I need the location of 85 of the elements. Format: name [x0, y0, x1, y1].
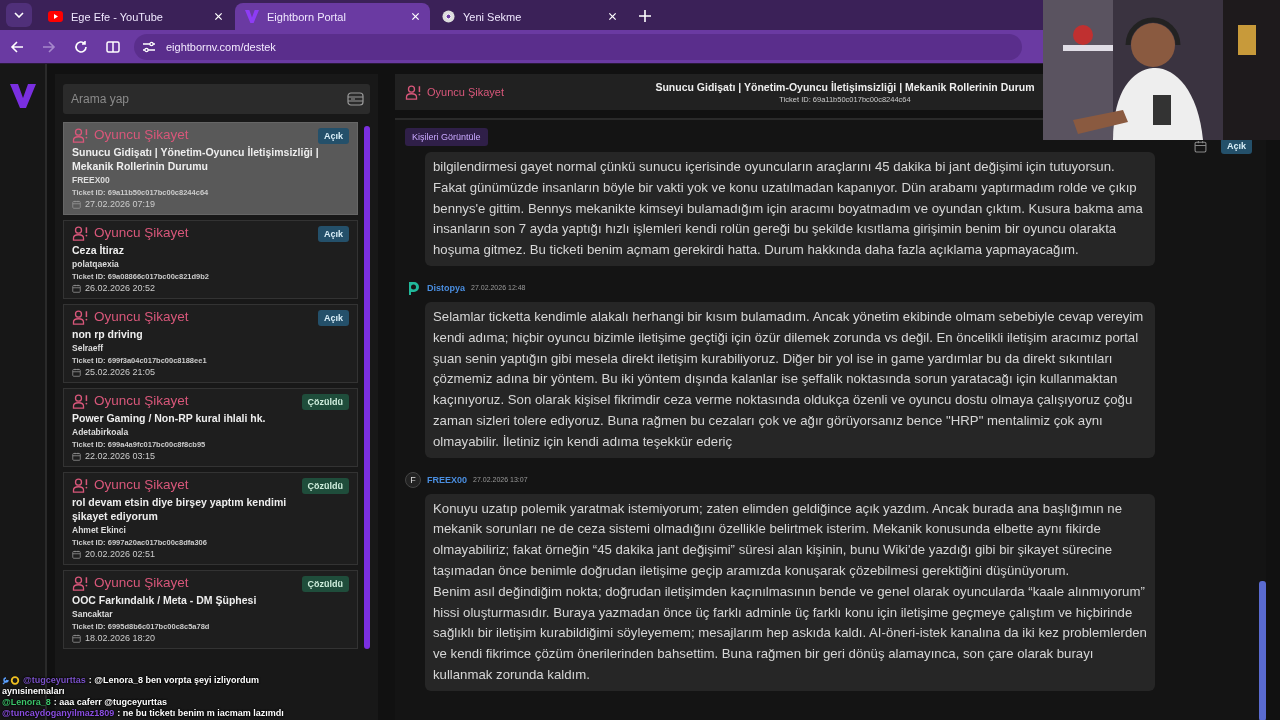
ticket-date: 27.02.2026 07:19: [85, 199, 156, 210]
calendar-icon: [72, 368, 81, 377]
video-play-icon: [48, 11, 63, 22]
message-text: Konuyu uzatıp polemik yaratmak istemiyorum; zaten elimden geldiğince açık yazdım. Ancak burada ana başlığımın ne mekanik sorunları ne de ceza sistemi olmadığını özellikle belirtmek isterim. Mekanik konusunda elbette aynı fikirde olmayabiliriz; fakat örneğin “45 dakika jant değişimi” süresi alan kişinin, bunu Wiki'de yazdığı gibi bir şikayet sürecine taşımadan önce benimle doğrudan iletişime geçip aramızda konuşarak çözebilmesi gerektiğini düşünüyorum.: [433, 499, 1124, 580]
calendar-icon: [72, 284, 81, 293]
ticket-date: 18.02.2026 18:20: [85, 633, 156, 644]
reload-icon[interactable]: [74, 39, 88, 54]
new-tab-icon[interactable]: [639, 10, 651, 22]
chat-message: : @Lenora_8 ben vorpta şeyi izliyordum: [88, 675, 260, 685]
close-icon[interactable]: [608, 12, 617, 21]
ticket-date: 25.02.2026 21:05: [85, 367, 156, 378]
status-badge: Çözüldü: [301, 576, 350, 592]
site-settings-icon[interactable]: [142, 40, 156, 53]
ticket-author: polatqaexia: [72, 259, 120, 270]
calendar-icon: [1194, 139, 1207, 153]
status-badge: Açık: [318, 128, 350, 144]
browser-tab[interactable]: Ege Efe - YouTube: [38, 3, 233, 30]
user-alert-icon: [405, 84, 423, 100]
chat-message: aynısinemaları: [2, 686, 65, 696]
message-text: bilgilendirmesi gayet normal çünkü sunucu içerisinde oyuncuların araçlarını 45 dakika bi jant değişimi için tutuyorsun. Fakat günümüzde insanların böyle bir vakti yok ve konu uzatılmadan kapanıyor. Dün arabamı yaptırmadım rolde ve çıkıp bennys'e gittim. Bennys mekanikte kimseyi bulamadığım için aracımı boyatmadım ve oyundan çıktım. Kusura bakma ama insanların son 7 ayda yaptığı hızlı işlemleri kendi rolün gereği bu şekilde kısıtlama girişimin benim bir oyuncu olarakta hoşuma gitmez. Bu ticketi benim açmam gerekirdi hatta. Durum hakkında daha fazla açıklama yapmayacağım.: [433, 158, 1144, 260]
user-alert-icon: [72, 309, 90, 325]
chat-username[interactable]: @tuncaydoganyilmaz1809: [2, 708, 115, 718]
ticket-title: non rp driving: [72, 327, 144, 341]
chat-username[interactable]: @Lenora_8: [2, 697, 51, 707]
search-box[interactable]: Arama yap: [63, 84, 370, 114]
panel-icon[interactable]: [347, 92, 364, 106]
chat-message: : ne bu ticketı benim m iacmam lazımdı: [117, 708, 284, 718]
ticket-title: Sunucu Gidişatı | Yönetim-Oyuncu İletişimsizliği | Mekanik Rollerinin Durumu: [72, 145, 320, 173]
status-badge: Çözüldü: [301, 478, 350, 494]
ticket-category: Oyuncu Şikayet: [94, 393, 189, 409]
globe-icon: [442, 10, 455, 23]
ticket-category: Oyuncu Şikayet: [94, 309, 189, 325]
user-alert-icon: [72, 477, 90, 493]
ticket-date: 20.02.2026 02:51: [85, 549, 156, 560]
ticket-date: 22.02.2026 03:15: [85, 451, 156, 462]
calendar-icon: [72, 550, 81, 559]
view-people-button[interactable]: Kişileri Görüntüle: [405, 128, 488, 146]
calendar-icon: [72, 452, 81, 461]
v-logo-icon: [245, 10, 259, 23]
back-icon[interactable]: [10, 39, 24, 54]
scrollbar[interactable]: [1259, 581, 1266, 720]
browser-tab[interactable]: Yeni Sekme: [432, 3, 627, 30]
browser-tab[interactable]: Eightborn Portal: [235, 3, 430, 30]
ticket-category: Oyuncu Şikayet: [94, 477, 189, 493]
chat-badges-icon: [2, 675, 20, 685]
message-author[interactable]: Distopya: [427, 283, 465, 293]
message-text: Benim asıl değindiğim nokta; doğrudan iletişimden kaçınılmasının bende ve genel olarak oyuncularda “kaale alınmıyorum” hissi oluşturmasıdır. Buraya yazmadan önce üç farklı adminle üç farklı konu için iletişime geçmeye çalıştım ve hiçbirinde sağlıklı bir iletişim kurabildiğimi söyleyemem; mesajlarım hep askıda kaldı. AI-öneri-istek kanalına da iki kez problemlerden ve kendi fikrimce çözüm önerilerinden bahsettim. Buna rağmen bir geri dönüş alamayınca, son çare olarak burayı kullanmak zorunda kaldım.: [433, 582, 1147, 684]
user-alert-icon: [72, 575, 90, 591]
ticket-category: Oyuncu Şikayet: [94, 575, 189, 591]
ticket-author: Ahmet Ekinci: [72, 525, 127, 536]
v-logo-icon[interactable]: [9, 84, 36, 108]
message-text: Selamlar ticketta kendimle alakalı herhangi bir kısım bulamadım. Ancak yönetim ekibinde olmam sebebiyle cevap vereyim kendi adıma; hiçbir oyuncu bizimle iletişime geçtiği için özür dilemek zorunda vs değil. En öncelikli iletişim aracımız portal şuan senin yaptığın gibi mesela direkt iletişim kurabiliyoruz. Diğer bir yol ise in game yardımlar bu da direkt sıkıntıları çözmemiz adına bir yöntem. Bu iki yöntem dışında kalanlar ise şeffalik noktasında sorun yaratacağı için kullanmaktan kaçınıyoruz. Son olarak kişisel fikrimdir ceza verme noktasında oldukça özenli ve oyuncu dostu olmaya çalışıyoruz çoğu zaman sizleri tolere ediyoruz. Buna rağmen bu cezaları çok ve ağır görüyorsanız bence "HRP" mentalimiz çok aynı olmayabilir. İletiniz için kendi adıma teşekkür ederiç: [433, 308, 1145, 451]
search-field[interactable]: Arama yap: [69, 91, 347, 107]
scrollbar[interactable]: [364, 126, 370, 649]
ticket-category: Oyuncu Şikayet: [94, 225, 189, 241]
user-alert-icon: [72, 393, 90, 409]
ticket-title: rol devam etsin diye birşey yaptım kendimi şikayet ediyorum: [72, 495, 288, 523]
status-badge: Açık: [318, 226, 350, 242]
split-view-icon[interactable]: [106, 39, 120, 54]
ticket-author: FREEX00: [72, 175, 111, 186]
close-icon[interactable]: [411, 12, 420, 21]
ticket-date: 26.02.2026 20:52: [85, 283, 156, 294]
chat-message: : aaa caferr @tugceyurttas: [53, 697, 168, 707]
caret-icon[interactable]: [14, 12, 24, 18]
ticket-title: Sunucu Gidişatı | Yönetim-Oyuncu İletişimsizliği | Mekanik Rollerinin Durum: [655, 80, 1035, 93]
ticket-title: OOC Farkındalık / Meta - DM Şüphesi: [72, 593, 258, 607]
avatar: F: [405, 471, 421, 488]
ticket-author: Selraeff: [72, 343, 105, 354]
user-alert-icon: [72, 127, 90, 143]
address-bar[interactable]: eightbornv.com/destek: [134, 33, 1022, 60]
calendar-icon: [72, 200, 81, 209]
user-alert-icon: [72, 225, 90, 241]
tab-list-button[interactable]: [6, 3, 32, 27]
close-icon[interactable]: [214, 12, 223, 21]
ticket-title: Power Gaming / Non-RP kural ihlali hk.: [72, 411, 267, 425]
ticket-category: Oyuncu Şikayet: [427, 86, 505, 98]
status-badge: Açık: [318, 310, 350, 326]
calendar-icon: [72, 634, 81, 643]
ticket-category: Oyuncu Şikayet: [94, 127, 189, 143]
message-author[interactable]: FREEX00: [427, 474, 468, 485]
ticket-author: Sancaktar: [72, 609, 114, 620]
ticket-author: Adetabirkoala: [72, 427, 130, 438]
status-badge: Çözüldü: [301, 394, 350, 410]
ticket-title: Ceza İtiraz: [72, 243, 125, 257]
forward-icon[interactable]: [42, 39, 56, 54]
